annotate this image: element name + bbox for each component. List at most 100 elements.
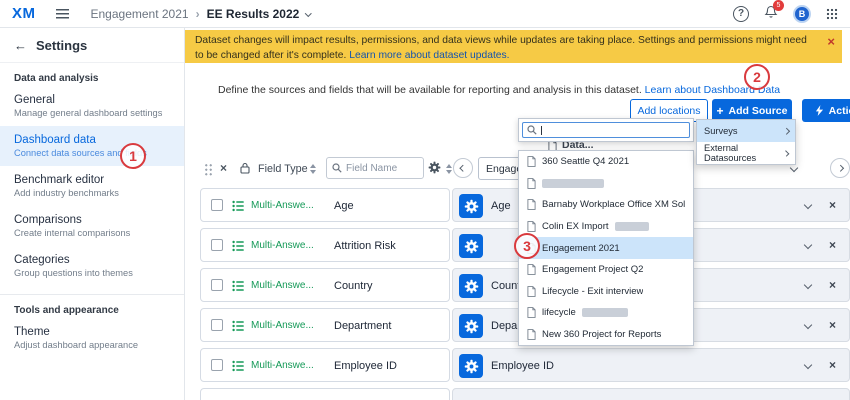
- survey-icon: [527, 199, 536, 210]
- chevron-down-icon[interactable]: [804, 281, 812, 289]
- close-icon[interactable]: ×: [827, 37, 835, 47]
- field-table-header: × Field Type: [200, 157, 450, 181]
- survey-icon: [527, 156, 536, 167]
- row-checkbox[interactable]: [211, 199, 223, 211]
- clear-selection-icon[interactable]: ×: [220, 161, 227, 175]
- search-icon: [332, 163, 342, 173]
- dropdown-item-barnaby[interactable]: Barnaby Workplace Office XM Solution: [519, 194, 693, 216]
- redacted-text: [582, 308, 628, 317]
- dataset-field-label: Age: [491, 200, 511, 212]
- section-title-data-analysis: Data and analysis: [14, 73, 170, 84]
- dropdown-item-engagement-project-q2[interactable]: Engagement Project Q2: [519, 259, 693, 281]
- submenu-item-external-datasources[interactable]: External Datasources: [697, 142, 795, 164]
- remove-field-icon[interactable]: ×: [829, 278, 836, 292]
- add-source-label: Add Source: [729, 105, 788, 117]
- gear-icon[interactable]: [428, 161, 441, 174]
- field-settings-button[interactable]: [459, 274, 483, 298]
- sidebar-item-benchmark-editor[interactable]: Benchmark editor Add industry benchmarks: [0, 166, 184, 206]
- source-search-input[interactable]: [522, 122, 690, 138]
- dropdown-item-lifecycle-exit-interview[interactable]: Lifecycle - Exit interview: [519, 280, 693, 302]
- field-name-search-input[interactable]: [346, 163, 416, 174]
- sidebar-item-comparisons[interactable]: Comparisons Create internal comparisons: [0, 206, 184, 246]
- lock-icon: [240, 162, 250, 174]
- page-next-button[interactable]: [830, 158, 850, 178]
- chevron-down-icon[interactable]: [804, 241, 812, 249]
- field-row-age: Multi-Answe... Age: [200, 188, 450, 222]
- notifications-button[interactable]: 5: [764, 5, 778, 22]
- banner-link[interactable]: Learn more about dataset updates.: [349, 50, 509, 61]
- sort-settings-icon[interactable]: [446, 164, 452, 174]
- sidebar-item-dashboard-data[interactable]: Dashboard data Connect data sources and …: [0, 126, 184, 166]
- source-dropdown-menu: 360 Seattle Q4 2021 Barnaby Workplace Of…: [518, 150, 694, 346]
- notification-badge: 5: [773, 0, 784, 11]
- dropdown-item-new-360-project[interactable]: New 360 Project for Reports: [519, 324, 693, 346]
- row-checkbox[interactable]: [211, 239, 223, 251]
- dropdown-item-colin-ex-import[interactable]: Colin EX Import: [519, 216, 693, 238]
- field-type-label: Multi-Answe...: [251, 320, 314, 331]
- submenu-item-surveys[interactable]: Surveys: [697, 120, 795, 142]
- dataset-row-partial: [452, 388, 850, 400]
- avatar[interactable]: B: [793, 5, 811, 23]
- remove-field-icon[interactable]: ×: [829, 358, 836, 372]
- remove-field-icon[interactable]: ×: [829, 238, 836, 252]
- field-name-label: Employee ID: [334, 360, 397, 372]
- field-settings-button[interactable]: [459, 354, 483, 378]
- field-settings-button[interactable]: [459, 194, 483, 218]
- sidebar-item-subtitle: Connect data sources and fields: [14, 148, 170, 158]
- dropdown-item-redacted[interactable]: [519, 173, 693, 195]
- field-type-label: Multi-Answe...: [251, 360, 314, 371]
- lightning-icon: [815, 105, 824, 116]
- dataset-row-employee-id: Employee ID ×: [452, 348, 850, 382]
- chevron-down-icon[interactable]: [804, 321, 812, 329]
- survey-icon: [527, 329, 536, 340]
- multi-answer-icon: [232, 320, 244, 332]
- multi-answer-icon: [232, 200, 244, 212]
- divider: [0, 294, 184, 295]
- field-name-label: Attrition Risk: [334, 240, 396, 252]
- sidebar-item-subtitle: Create internal comparisons: [14, 228, 170, 238]
- dropdown-item-engagement-2021[interactable]: Engagement 2021: [519, 237, 693, 259]
- field-settings-button[interactable]: [459, 234, 483, 258]
- multi-answer-icon: [232, 360, 244, 372]
- row-checkbox[interactable]: [211, 359, 223, 371]
- survey-icon: [527, 221, 536, 232]
- field-name-label: Country: [334, 280, 373, 292]
- sidebar-item-general[interactable]: General Manage general dashboard setting…: [0, 86, 184, 126]
- breadcrumb-current[interactable]: EE Results 2022: [207, 7, 300, 21]
- chevron-down-icon[interactable]: [804, 201, 812, 209]
- row-checkbox[interactable]: [211, 319, 223, 331]
- apps-grid-icon[interactable]: [826, 8, 838, 20]
- action-button[interactable]: Action: [802, 99, 850, 122]
- survey-icon: [527, 307, 536, 318]
- remove-field-icon[interactable]: ×: [829, 318, 836, 332]
- hamburger-menu-icon[interactable]: [56, 9, 69, 19]
- annotation-step-2: 2: [744, 64, 770, 90]
- sort-field-type-icon[interactable]: [310, 164, 316, 174]
- sidebar-item-subtitle: Group questions into themes: [14, 268, 170, 278]
- sidebar-item-label: Benchmark editor: [14, 174, 170, 186]
- field-row-country: Multi-Answe... Country: [200, 268, 450, 302]
- drag-handle-icon[interactable]: [204, 163, 213, 176]
- redacted-text: [542, 179, 604, 188]
- page-previous-button[interactable]: [453, 158, 473, 178]
- sidebar-item-categories[interactable]: Categories Group questions into themes: [0, 246, 184, 286]
- search-icon: [527, 125, 537, 135]
- field-settings-button[interactable]: [459, 314, 483, 338]
- settings-sidebar: ← Settings Data and analysis General Man…: [0, 28, 185, 400]
- chevron-down-icon[interactable]: [790, 164, 798, 172]
- field-name-search: [326, 157, 424, 179]
- dropdown-item-360-seattle[interactable]: 360 Seattle Q4 2021: [519, 151, 693, 173]
- back-arrow-icon: ←: [14, 38, 27, 53]
- remove-field-icon[interactable]: ×: [829, 198, 836, 212]
- row-checkbox[interactable]: [211, 279, 223, 291]
- back-to-settings[interactable]: ← Settings: [0, 28, 184, 63]
- breadcrumb-parent[interactable]: Engagement 2021: [91, 7, 189, 21]
- add-locations-label: Add locations: [637, 105, 700, 117]
- chevron-down-icon[interactable]: [804, 361, 812, 369]
- field-type-column-header[interactable]: Field Type: [258, 163, 308, 175]
- dropdown-item-lifecycle[interactable]: lifecycle: [519, 302, 693, 324]
- xm-logo: XM: [12, 5, 36, 22]
- chevron-down-icon[interactable]: [305, 10, 311, 16]
- sidebar-item-theme[interactable]: Theme Adjust dashboard appearance: [0, 318, 184, 358]
- help-icon[interactable]: ?: [733, 6, 749, 22]
